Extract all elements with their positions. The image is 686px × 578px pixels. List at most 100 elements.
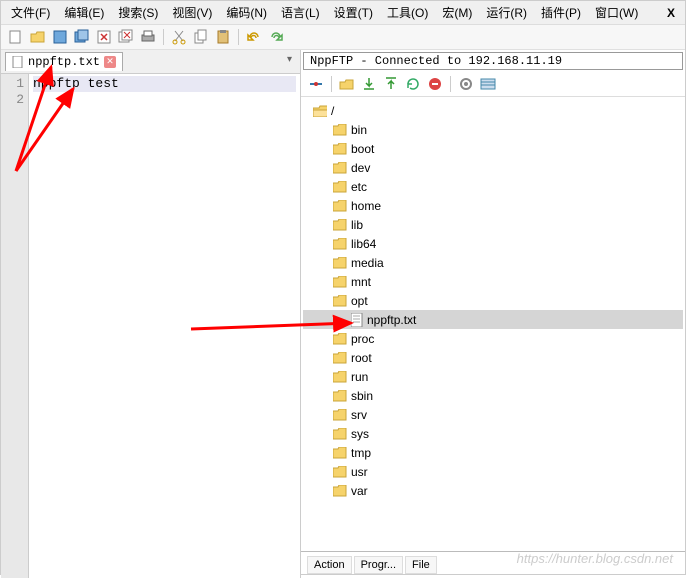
settings-icon[interactable] [457,75,475,93]
code-line[interactable] [33,92,296,108]
file-icon [12,56,24,68]
tree-folder[interactable]: root [303,348,683,367]
folder-icon [333,257,347,269]
tree-folder[interactable]: sbin [303,386,683,405]
tree-root[interactable]: / [303,101,683,120]
save-all-icon[interactable] [73,28,91,46]
code-line[interactable]: nppftp test [33,76,296,92]
paste-icon[interactable] [214,28,232,46]
col-progress[interactable]: Progr... [354,556,403,574]
toolbar-separator [163,29,164,45]
tab-bar: nppftp.txt ✕ ▾ [1,50,300,73]
tree-folder[interactable]: sys [303,424,683,443]
messages-icon[interactable] [479,75,497,93]
editor-tab[interactable]: nppftp.txt ✕ [5,52,123,71]
open-remote-icon[interactable] [338,75,356,93]
tree-folder[interactable]: home [303,196,683,215]
tree-label: sys [351,427,369,441]
transfer-columns: Action Progr... File [301,551,685,578]
copy-icon[interactable] [192,28,210,46]
folder-icon [333,162,347,174]
download-icon[interactable] [360,75,378,93]
tree-label: tmp [351,446,371,460]
tab-dropdown-icon[interactable]: ▾ [283,52,296,71]
tree-folder[interactable]: var [303,481,683,500]
menubar: 文件(F) 编辑(E) 搜索(S) 视图(V) 编码(N) 语言(L) 设置(T… [1,1,685,25]
tree-folder[interactable]: dev [303,158,683,177]
folder-icon [333,371,347,383]
close-file-icon[interactable] [95,28,113,46]
close-icon[interactable]: X [667,6,675,20]
disconnect-icon[interactable] [307,75,325,93]
menu-settings[interactable]: 设置(T) [334,4,373,21]
print-icon[interactable] [139,28,157,46]
line-number: 1 [1,76,24,92]
tree-label: home [351,199,381,213]
folder-icon [333,238,347,250]
code-area[interactable]: nppftp test [29,74,300,578]
save-icon[interactable] [51,28,69,46]
tree-folder[interactable]: media [303,253,683,272]
col-file[interactable]: File [405,556,437,574]
folder-icon [333,447,347,459]
refresh-icon[interactable] [404,75,422,93]
main-toolbar [1,25,685,50]
tree-folder[interactable]: usr [303,462,683,481]
menu-tools[interactable]: 工具(O) [387,4,428,21]
menu-search[interactable]: 搜索(S) [118,4,158,21]
menu-encoding[interactable]: 编码(N) [226,4,267,21]
folder-icon [333,295,347,307]
tree-folder[interactable]: run [303,367,683,386]
upload-icon[interactable] [382,75,400,93]
menu-edit[interactable]: 编辑(E) [64,4,104,21]
folder-icon [333,466,347,478]
tree-label: usr [351,465,368,479]
tree-folder[interactable]: tmp [303,443,683,462]
redo-icon[interactable] [267,28,285,46]
tree-folder[interactable]: proc [303,329,683,348]
tree-label: dev [351,161,370,175]
tree-folder[interactable]: mnt [303,272,683,291]
folder-icon [333,409,347,421]
folder-open-icon [313,105,327,117]
toolbar-separator [331,76,332,92]
col-action[interactable]: Action [307,556,352,574]
folder-icon [333,181,347,193]
tree-folder[interactable]: boot [303,139,683,158]
menu-language[interactable]: 语言(L) [281,4,320,21]
menu-plugins[interactable]: 插件(P) [541,4,581,21]
tree-label: var [351,484,368,498]
menu-run[interactable]: 运行(R) [486,4,527,21]
tree-folder[interactable]: lib [303,215,683,234]
open-folder-icon[interactable] [29,28,47,46]
editor-pane: nppftp.txt ✕ ▾ 1 2 nppftp test [1,50,301,578]
tree-folder[interactable]: bin [303,120,683,139]
toolbar-separator [450,76,451,92]
tree-folder[interactable]: opt [303,291,683,310]
menu-macro[interactable]: 宏(M) [442,4,472,21]
toolbar-separator [238,29,239,45]
tree-label: media [351,256,384,270]
new-file-icon[interactable] [7,28,25,46]
folder-icon [333,124,347,136]
folder-icon [333,333,347,345]
abort-icon[interactable] [426,75,444,93]
menu-view[interactable]: 视图(V) [172,4,212,21]
menu-window[interactable]: 窗口(W) [595,4,638,21]
tree-file-selected[interactable]: nppftp.txt [303,310,683,329]
tree-folder[interactable]: srv [303,405,683,424]
code-editor[interactable]: 1 2 nppftp test [1,73,300,578]
undo-icon[interactable] [245,28,263,46]
tree-label: / [331,104,334,118]
tree-label: nppftp.txt [367,313,416,327]
tree-label: proc [351,332,374,346]
tree-folder[interactable]: lib64 [303,234,683,253]
tree-label: opt [351,294,368,308]
menu-file[interactable]: 文件(F) [11,4,50,21]
tree-folder[interactable]: etc [303,177,683,196]
close-all-icon[interactable] [117,28,135,46]
cut-icon[interactable] [170,28,188,46]
remote-tree[interactable]: / binboot dev etc home liblib64 media mnt opt np… [301,97,685,551]
tab-close-icon[interactable]: ✕ [104,56,116,68]
nppftp-panel: NppFTP - Connected to 192.168.11.19 / bi… [301,50,685,578]
